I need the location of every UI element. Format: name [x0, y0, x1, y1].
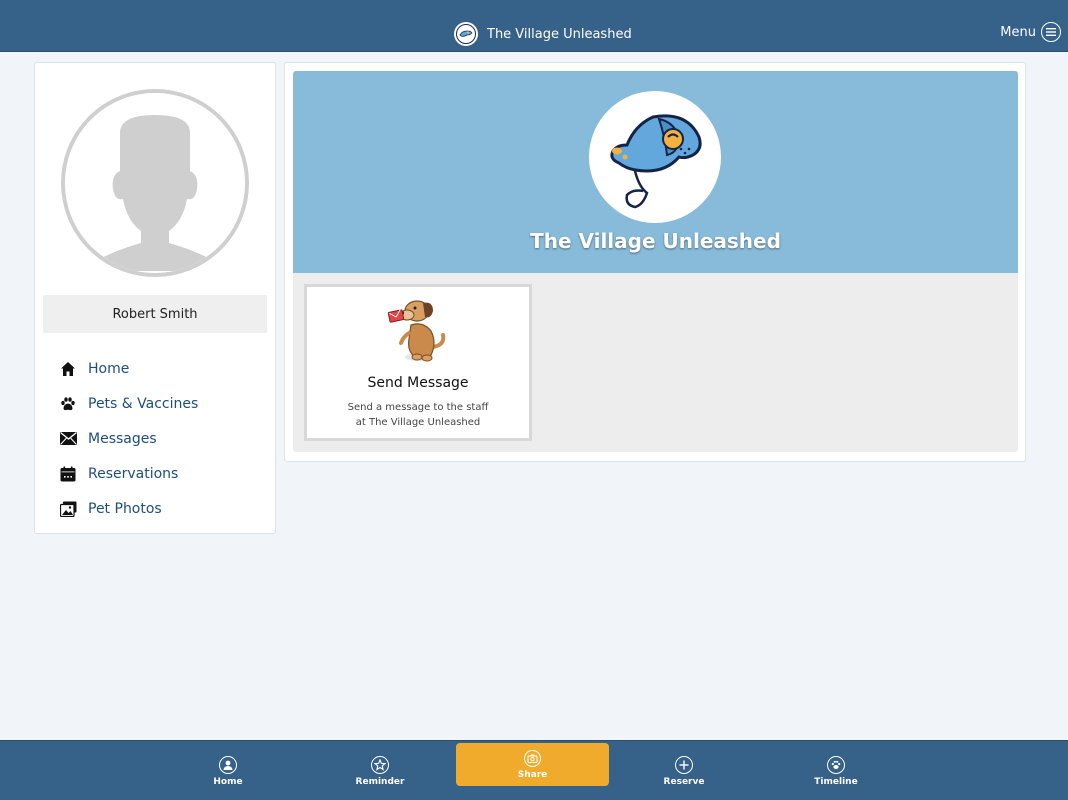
- bottom-tab-share[interactable]: Share: [456, 743, 609, 786]
- paw-icon: [59, 395, 77, 413]
- bottom-tab-reserve[interactable]: Reserve: [608, 741, 760, 800]
- tile-description-line: at The Village Unleashed: [355, 417, 481, 428]
- profile-card: Robert Smith Home Pets & Vaccines Messag…: [34, 62, 276, 534]
- bottom-tab-timeline[interactable]: Timeline: [760, 741, 912, 800]
- sidebar-item-pets-vaccines[interactable]: Pets & Vaccines: [59, 386, 198, 421]
- send-message-tile[interactable]: Send Message Send a message to the staff…: [304, 284, 532, 441]
- brand[interactable]: The Village Unleashed: [454, 22, 632, 46]
- sidebar-item-label: Messages: [88, 430, 157, 447]
- dog-logo-icon: [589, 91, 721, 223]
- bottom-tab-home[interactable]: Home: [152, 741, 304, 800]
- bottom-tab-label: Timeline: [814, 776, 858, 787]
- paw-circle-icon: [827, 755, 845, 774]
- envelope-icon: [59, 430, 77, 448]
- top-bar: The Village Unleashed Menu: [0, 0, 1068, 52]
- camera-circle-icon: [524, 749, 541, 767]
- main-card: The Village Unleashed Send Message Send …: [284, 62, 1026, 462]
- plus-circle-icon: [675, 755, 693, 774]
- star-circle-icon: [371, 755, 389, 774]
- photos-icon: [59, 500, 77, 518]
- bottom-nav: Home Reminder Share Reserve Timeline: [0, 740, 1068, 800]
- sidebar-item-label: Home: [88, 360, 130, 377]
- tile-description: Send a message to the staff at The Villa…: [307, 400, 529, 430]
- bottom-tab-reminder[interactable]: Reminder: [304, 741, 456, 800]
- tile-title: Send Message: [367, 375, 469, 391]
- sidebar-nav: Home Pets & Vaccines Messages Reservatio…: [59, 351, 198, 526]
- bottom-tab-label: Reserve: [663, 776, 705, 787]
- user-name: Robert Smith: [43, 295, 267, 333]
- tile-description-line: Send a message to the staff: [347, 402, 489, 413]
- person-silhouette-icon: [61, 89, 249, 277]
- app-title: The Village Unleashed: [487, 26, 632, 42]
- sidebar-item-label: Pet Photos: [88, 500, 162, 517]
- menu-button[interactable]: Menu: [1000, 22, 1061, 42]
- user-circle-icon: [219, 755, 237, 774]
- sidebar-item-label: Pets & Vaccines: [88, 395, 199, 412]
- sidebar-item-reservations[interactable]: Reservations: [59, 456, 198, 491]
- hero-title: The Village Unleashed: [530, 229, 781, 253]
- dog-logo-icon: [454, 22, 478, 46]
- bottom-tab-label: Reminder: [355, 776, 405, 787]
- sidebar-item-home[interactable]: Home: [59, 351, 198, 386]
- bottom-tab-label: Share: [517, 769, 548, 780]
- bottom-tab-label: Home: [213, 776, 243, 787]
- dog-with-letter-icon: [387, 297, 449, 367]
- tiles-area: Send Message Send a message to the staff…: [293, 273, 1018, 452]
- menu-label: Menu: [1000, 24, 1036, 40]
- sidebar-item-messages[interactable]: Messages: [59, 421, 198, 456]
- calendar-icon: [59, 465, 77, 483]
- hero-banner: The Village Unleashed: [293, 71, 1018, 273]
- sidebar-item-label: Reservations: [88, 465, 179, 482]
- sidebar-item-pet-photos[interactable]: Pet Photos: [59, 491, 198, 526]
- house-icon: [59, 360, 77, 378]
- hamburger-circle-icon: [1041, 22, 1061, 42]
